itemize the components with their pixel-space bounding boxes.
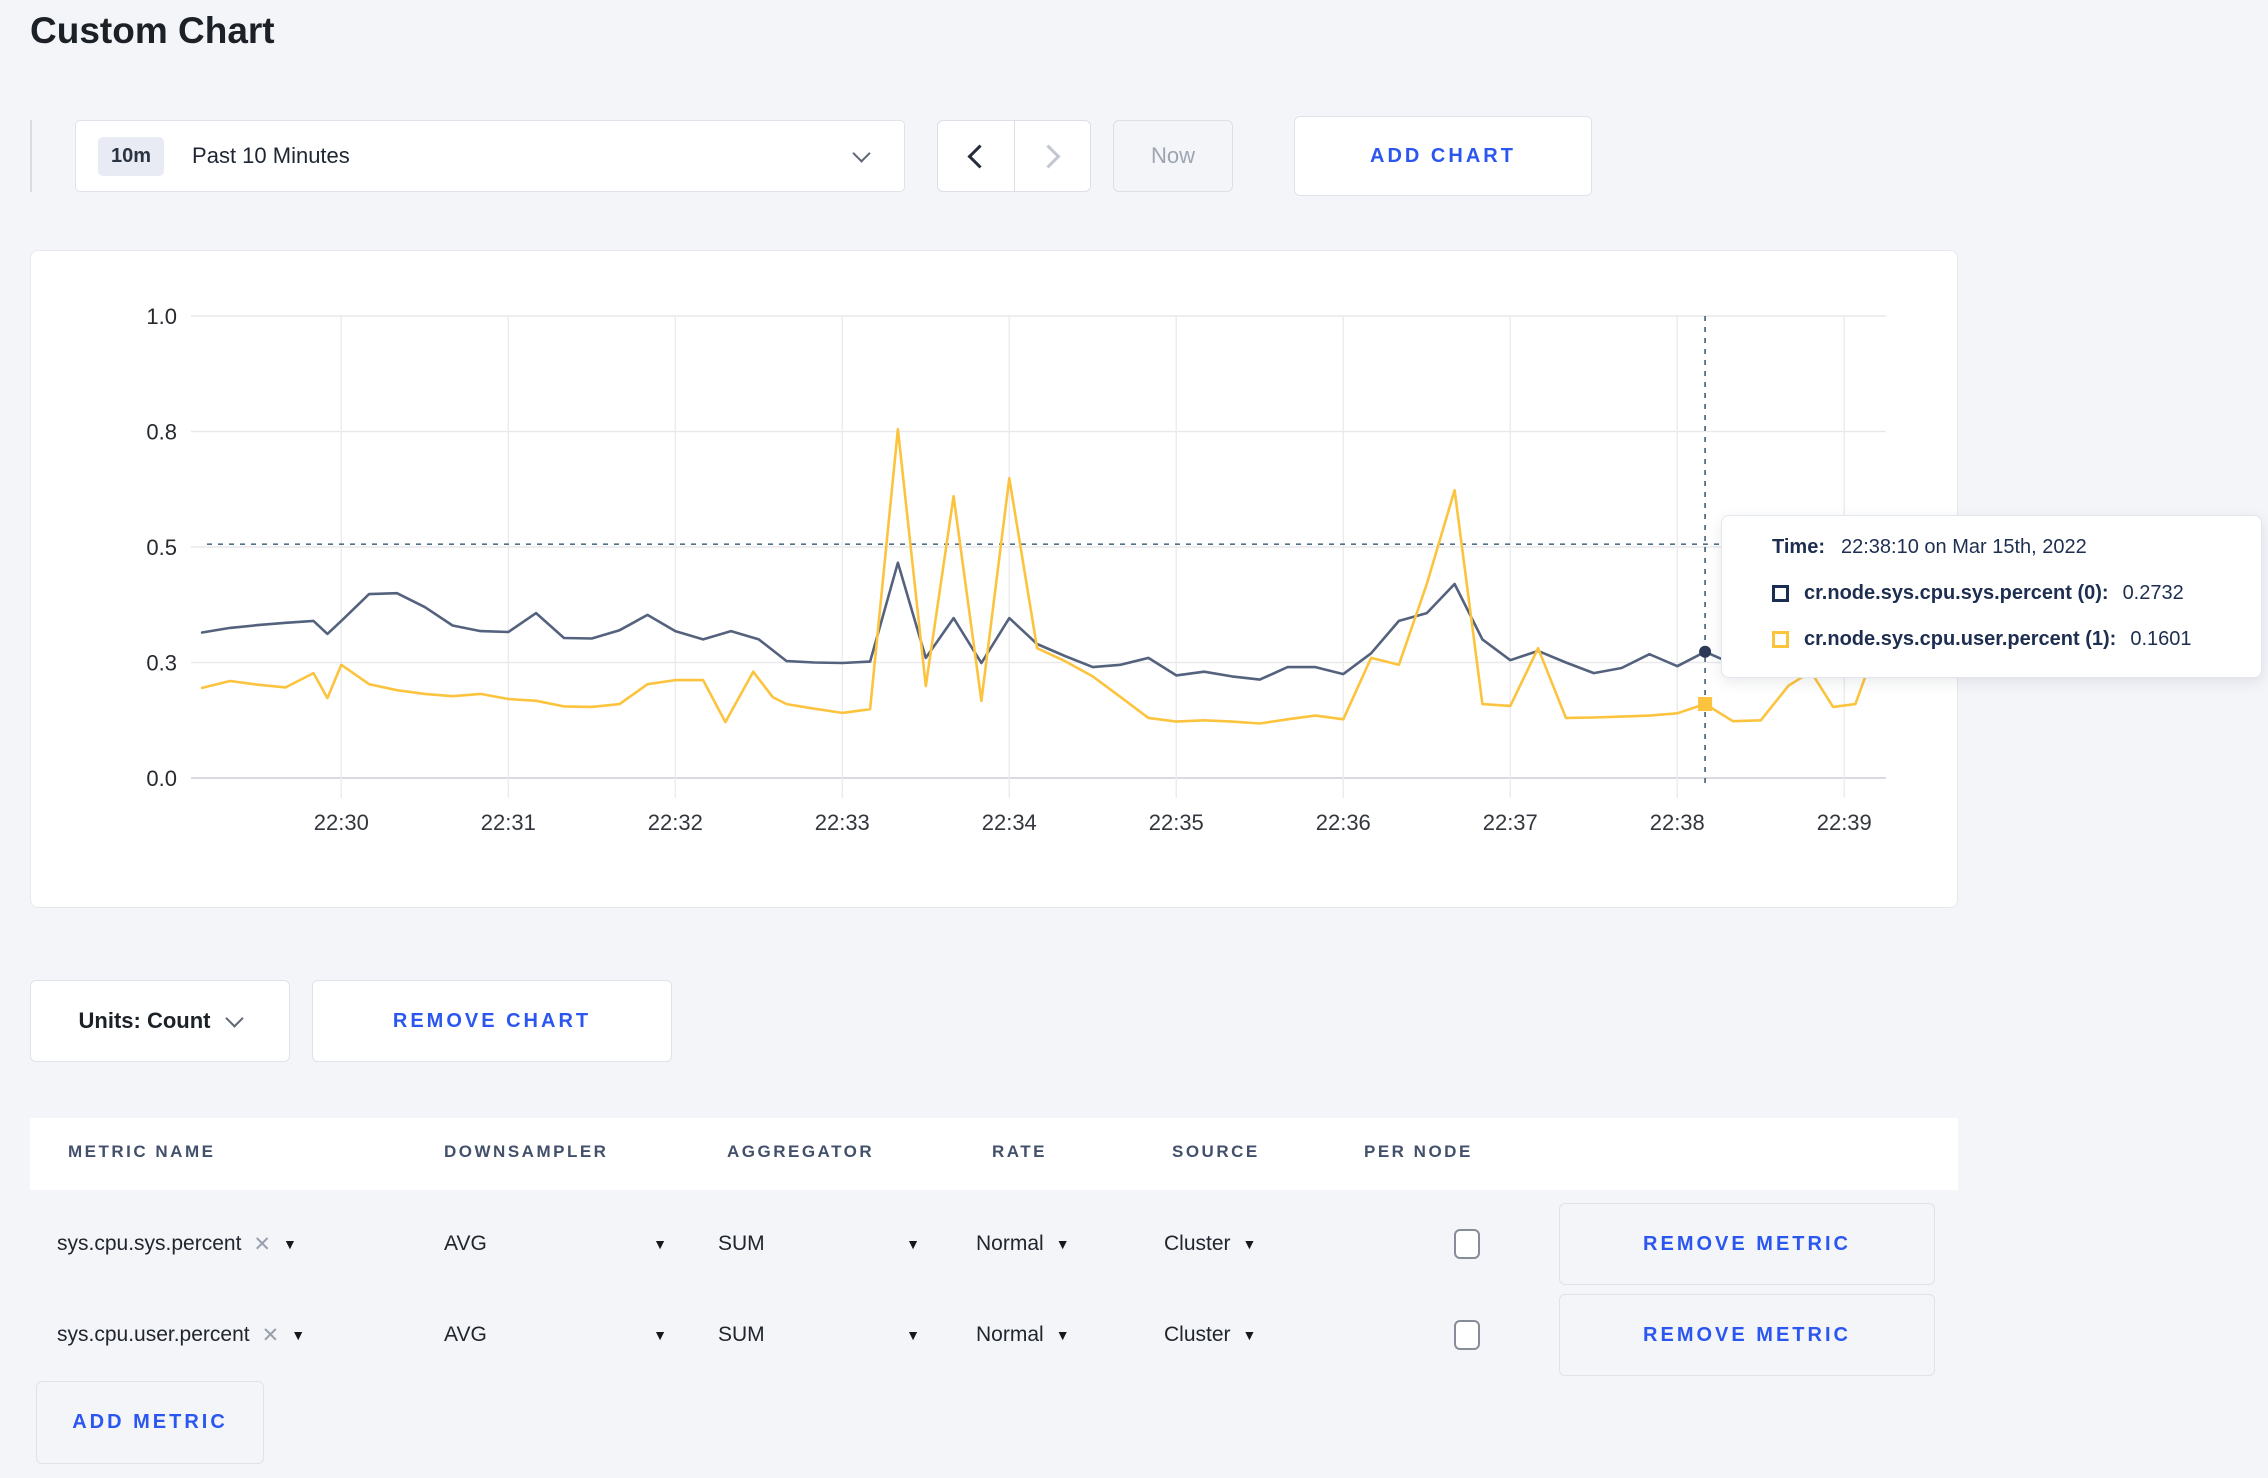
col-header-metric-name: METRIC NAME [68,1142,216,1161]
tooltip-series-name: cr.node.sys.cpu.sys.percent (0): [1804,581,2109,604]
chevron-down-icon [225,1008,245,1028]
source-select[interactable]: Cluster ▼ [1164,1294,1256,1376]
aggregator-value: SUM [718,1232,765,1255]
svg-text:22:30: 22:30 [314,810,369,835]
tooltip-series-row: cr.node.sys.cpu.sys.percent (0): 0.2732 [1772,579,2261,607]
tooltip-series-value: 0.2732 [2122,581,2184,604]
time-range-badge: 10m [98,136,165,176]
tooltip-series-value: 0.1601 [2130,627,2192,650]
svg-text:22:37: 22:37 [1483,810,1538,835]
dropdown-arrow-icon: ▼ [653,1327,667,1343]
aggregator-select[interactable]: SUM ▼ [718,1294,920,1376]
col-header-per-node: PER NODE [1364,1142,1473,1161]
metric-name-select[interactable]: sys.cpu.sys.percent ✕ ▼ [57,1203,297,1285]
downsampler-select[interactable]: AVG ▼ [444,1294,667,1376]
metrics-table-header: METRIC NAME DOWNSAMPLER AGGREGATOR RATE … [30,1118,1958,1190]
table-row: sys.cpu.user.percent ✕ ▼ AVG ▼ SUM ▼ Nor… [30,1294,1958,1376]
col-header-aggregator: AGGREGATOR [727,1142,875,1161]
svg-text:0.5: 0.5 [146,535,177,560]
dropdown-arrow-icon: ▼ [1055,1327,1070,1343]
clear-metric-icon[interactable]: ✕ [262,1323,280,1348]
tooltip-time-row: Time: 22:38:10 on Mar 15th, 2022 [1772,533,2261,561]
svg-text:1.0: 1.0 [146,304,177,329]
svg-text:0.8: 0.8 [146,420,177,445]
per-node-checkbox[interactable] [1454,1320,1480,1350]
units-select[interactable]: Units: Count [30,980,290,1062]
downsampler-value: AVG [444,1232,487,1255]
tooltip-time-value: 22:38:10 on Mar 15th, 2022 [1840,535,2087,558]
prev-time-button[interactable] [938,121,1015,191]
svg-text:22:34: 22:34 [982,810,1037,835]
svg-text:22:33: 22:33 [815,810,870,835]
per-node-checkbox[interactable] [1454,1229,1480,1259]
dropdown-arrow-icon: ▼ [653,1236,667,1252]
dropdown-arrow-icon: ▼ [1242,1236,1257,1252]
downsampler-value: AVG [444,1323,487,1346]
chevron-down-icon [852,144,871,163]
time-pager [937,120,1091,192]
col-header-source: SOURCE [1172,1142,1260,1161]
dropdown-arrow-icon: ▼ [1055,1236,1070,1252]
svg-text:22:39: 22:39 [1817,810,1872,835]
table-row: sys.cpu.sys.percent ✕ ▼ AVG ▼ SUM ▼ Norm… [30,1203,1958,1285]
svg-text:0.3: 0.3 [146,651,177,676]
units-label: Units: Count [78,1008,211,1033]
svg-text:22:31: 22:31 [481,810,536,835]
svg-text:0.0: 0.0 [146,766,177,791]
tooltip-time-label: Time: [1772,535,1825,558]
svg-text:22:38: 22:38 [1650,810,1705,835]
remove-metric-button[interactable]: REMOVE METRIC [1559,1294,1935,1376]
metric-name-select[interactable]: sys.cpu.user.percent ✕ ▼ [57,1294,305,1376]
source-value: Cluster [1164,1323,1231,1346]
time-range-select[interactable]: 10m Past 10 Minutes [75,120,905,192]
remove-metric-button[interactable]: REMOVE METRIC [1559,1203,1935,1285]
svg-text:22:35: 22:35 [1149,810,1204,835]
chart-svg: 0.0 0.3 0.5 0.8 1.0 22:30 22:31 22:32 22:33 22:34… [146,304,1886,835]
chevron-left-icon [967,143,992,169]
toolbar-left-divider [30,120,32,192]
dropdown-arrow-icon: ▼ [906,1236,920,1252]
svg-text:22:36: 22:36 [1316,810,1371,835]
time-range-label: Past 10 Minutes [192,143,350,168]
dropdown-arrow-icon: ▼ [291,1327,306,1343]
source-value: Cluster [1164,1232,1231,1255]
col-header-downsampler: DOWNSAMPLER [444,1142,609,1161]
clear-metric-icon[interactable]: ✕ [253,1232,271,1257]
metric-name-value: sys.cpu.sys.percent [57,1232,242,1255]
aggregator-value: SUM [718,1323,765,1346]
source-select[interactable]: Cluster ▼ [1164,1203,1256,1285]
next-time-button[interactable] [1015,121,1091,191]
series-sys-legend-swatch-icon [1772,584,1789,602]
chart-tooltip: Time: 22:38:10 on Mar 15th, 2022 cr.node… [1721,515,2262,678]
metric-name-value: sys.cpu.user.percent [57,1323,250,1346]
now-button[interactable]: Now [1113,120,1233,192]
series-user-legend-swatch-icon [1772,630,1789,648]
rate-value: Normal [976,1323,1044,1346]
col-header-rate: RATE [992,1142,1048,1161]
tooltip-series-name: cr.node.sys.cpu.user.percent (1): [1804,627,2117,650]
dropdown-arrow-icon: ▼ [1242,1327,1257,1343]
svg-text:22:32: 22:32 [648,810,703,835]
aggregator-select[interactable]: SUM ▼ [718,1203,920,1285]
chevron-right-icon [1036,143,1061,169]
chart-panel[interactable]: 0.0 0.3 0.5 0.8 1.0 22:30 22:31 22:32 22:33 22:34… [30,250,1958,908]
rate-select[interactable]: Normal ▼ [976,1294,1070,1376]
dropdown-arrow-icon: ▼ [283,1236,297,1252]
dropdown-arrow-icon: ▼ [906,1327,920,1343]
add-metric-button[interactable]: ADD METRIC [36,1381,264,1464]
rate-select[interactable]: Normal ▼ [976,1203,1070,1285]
add-chart-button[interactable]: ADD CHART [1294,116,1592,196]
remove-chart-button[interactable]: REMOVE CHART [312,980,672,1062]
page-title: Custom Chart [30,10,275,51]
rate-value: Normal [976,1232,1044,1255]
tooltip-series-row: cr.node.sys.cpu.user.percent (1): 0.1601 [1772,625,2261,653]
downsampler-select[interactable]: AVG ▼ [444,1203,667,1285]
